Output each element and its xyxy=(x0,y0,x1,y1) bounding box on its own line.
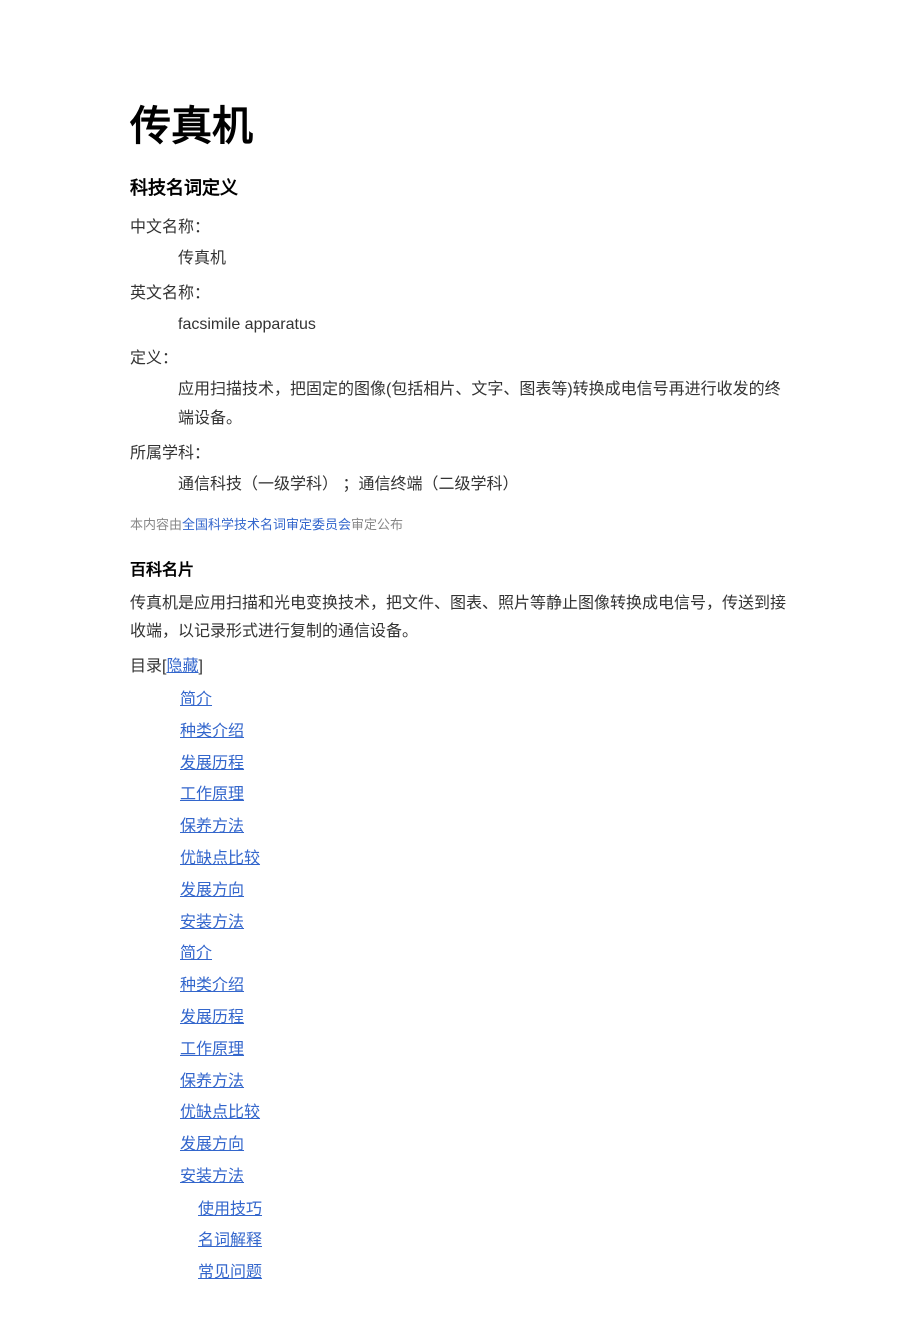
toc-item: 工作原理 xyxy=(180,1036,790,1065)
toc-link[interactable]: 优缺点比较 xyxy=(180,850,260,867)
toc-link[interactable]: 工作原理 xyxy=(180,1041,244,1058)
toc-link[interactable]: 工作原理 xyxy=(180,786,244,803)
attribution-link[interactable]: 全国科学技术名词审定委员会 xyxy=(182,517,351,532)
definition-label: 定义： xyxy=(130,345,790,374)
attribution: 本内容由全国科学技术名词审定委员会审定公布 xyxy=(130,513,790,536)
toc-item: 保养方法 xyxy=(180,813,790,842)
toc-item: 发展方向 xyxy=(180,1131,790,1160)
toc-link[interactable]: 发展历程 xyxy=(180,755,244,772)
toc-link[interactable]: 简介 xyxy=(180,945,212,962)
toc-item: 安装方法 xyxy=(180,909,790,938)
toc-link[interactable]: 保养方法 xyxy=(180,1073,244,1090)
toc-item: 工作原理 xyxy=(180,781,790,810)
toc-link[interactable]: 使用技巧 xyxy=(198,1201,262,1218)
attribution-suffix: 审定公布 xyxy=(351,517,403,532)
attribution-prefix: 本内容由 xyxy=(130,517,182,532)
toc-item: 种类介绍 xyxy=(180,718,790,747)
toc-header: 目录[隐藏] xyxy=(130,653,790,682)
toc-item: 名词解释 xyxy=(198,1227,790,1256)
toc-link[interactable]: 种类介绍 xyxy=(180,977,244,994)
english-name-label: 英文名称： xyxy=(130,280,790,309)
toc-link[interactable]: 发展方向 xyxy=(180,1136,244,1153)
chinese-name-value: 传真机 xyxy=(178,245,790,274)
toc-item: 保养方法 xyxy=(180,1068,790,1097)
toc-link[interactable]: 发展历程 xyxy=(180,1009,244,1026)
term-definition-heading: 科技名词定义 xyxy=(130,172,790,204)
toc-item: 优缺点比较 xyxy=(180,845,790,874)
toc-link[interactable]: 发展方向 xyxy=(180,882,244,899)
toc-item: 发展方向 xyxy=(180,877,790,906)
toc-item: 发展历程 xyxy=(180,750,790,779)
toc-item: 优缺点比较 xyxy=(180,1099,790,1128)
toc-link[interactable]: 种类介绍 xyxy=(180,723,244,740)
discipline-value: 通信科技（一级学科） ；通信终端（二级学科） xyxy=(178,471,790,500)
toc-link[interactable]: 安装方法 xyxy=(180,1168,244,1185)
toc-link[interactable]: 优缺点比较 xyxy=(180,1104,260,1121)
english-name-value: facsimile apparatus xyxy=(178,311,790,340)
toc-item: 种类介绍 xyxy=(180,972,790,1001)
toc-label: 目录 xyxy=(130,658,162,675)
definition-value: 应用扫描技术，把固定的图像(包括相片、文字、图表等)转换成电信号再进行收发的终端… xyxy=(178,376,790,434)
card-description: 传真机是应用扫描和光电变换技术，把文件、图表、照片等静止图像转换成电信号，传送到… xyxy=(130,590,790,648)
toc-item: 发展历程 xyxy=(180,1004,790,1033)
toc-hide-link[interactable]: 隐藏 xyxy=(166,658,198,675)
page-title: 传真机 xyxy=(130,90,790,164)
toc-item: 简介 xyxy=(180,686,790,715)
toc-item: 简介 xyxy=(180,940,790,969)
toc-item: 常见问题 xyxy=(198,1259,790,1288)
toc-list-bulleted: 使用技巧名词解释常见问题 xyxy=(130,1196,790,1288)
toc-link[interactable]: 常见问题 xyxy=(198,1264,262,1281)
toc-link[interactable]: 保养方法 xyxy=(180,818,244,835)
toc-link[interactable]: 安装方法 xyxy=(180,914,244,931)
toc-link[interactable]: 名词解释 xyxy=(198,1232,262,1249)
toc-item: 安装方法 xyxy=(180,1163,790,1192)
discipline-label: 所属学科： xyxy=(130,440,790,469)
toc-list-primary: 简介种类介绍发展历程工作原理保养方法优缺点比较发展方向安装方法简介种类介绍发展历… xyxy=(130,686,790,1192)
chinese-name-label: 中文名称： xyxy=(130,214,790,243)
toc-item: 使用技巧 xyxy=(198,1196,790,1225)
toc-link[interactable]: 简介 xyxy=(180,691,212,708)
card-heading: 百科名片 xyxy=(130,557,790,586)
